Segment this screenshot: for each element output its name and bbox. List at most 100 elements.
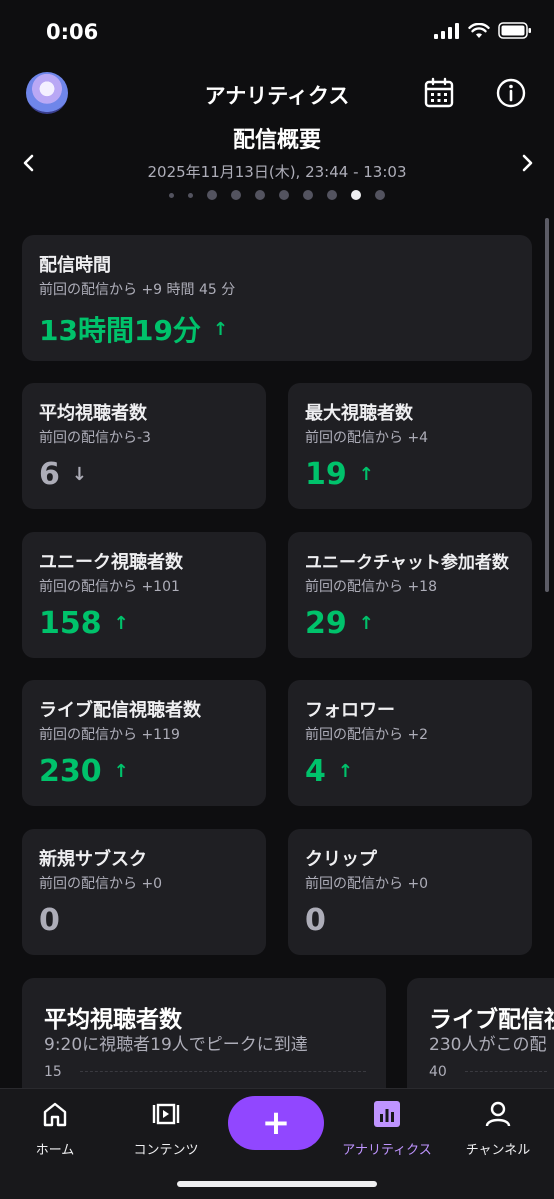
page-dot[interactable] <box>169 192 174 198</box>
home-icon <box>0 1099 110 1129</box>
status-time: 0:06 <box>46 20 99 44</box>
stat-comparison: 前回の配信から +101 <box>39 579 180 595</box>
stat-comparison: 前回の配信から +0 <box>39 876 163 892</box>
stat-value-text: 0 <box>305 903 326 938</box>
summary-title: 配信概要 <box>232 128 321 153</box>
stat-comparison: 前回の配信から +2 <box>305 727 429 743</box>
page-dot[interactable] <box>375 190 385 200</box>
content-icon <box>111 1099 221 1129</box>
tab-analytics[interactable]: アナリティクス <box>332 1099 442 1158</box>
stat-value-text: 4 <box>305 754 326 789</box>
stat-card-unique-viewers: ユニーク視聴者数 前回の配信から +101 158 ↑ <box>22 532 266 658</box>
plus-icon: + <box>261 1103 291 1143</box>
status-bar: 0:06 <box>0 0 554 64</box>
chart-subtitle: 230人がこの配 <box>429 1035 547 1055</box>
stat-value: 19 ↑ <box>305 457 374 492</box>
scrollbar[interactable] <box>545 218 549 592</box>
info-icon[interactable] <box>494 76 528 110</box>
stat-card-stream-time: 配信時間 前回の配信から +9 時間 45 分 13時間19分 ↑ <box>22 235 532 361</box>
stat-comparison: 前回の配信から +4 <box>305 430 429 446</box>
stat-value-text: 230 <box>39 754 102 789</box>
calendar-icon[interactable] <box>422 76 456 110</box>
stat-value: 158 ↑ <box>39 606 129 641</box>
page-dot-active[interactable] <box>351 190 361 200</box>
page-dot[interactable] <box>188 192 193 198</box>
home-indicator <box>177 1181 377 1187</box>
stat-card-clips: クリップ 前回の配信から +0 0 <box>288 829 532 955</box>
stat-comparison: 前回の配信から +9 時間 45 分 <box>39 282 236 298</box>
stat-value: 0 <box>305 903 326 938</box>
stat-value-text: 19 <box>305 457 347 492</box>
page-dot[interactable] <box>279 190 289 200</box>
stat-title: ユニーク視聴者数 <box>39 552 183 573</box>
stat-value: 6 ↓ <box>39 457 87 492</box>
chart-gridline <box>465 1071 547 1072</box>
create-button[interactable]: + <box>228 1096 324 1150</box>
tab-label: コンテンツ <box>133 1143 199 1158</box>
stat-card-followers: フォロワー 前回の配信から +2 4 ↑ <box>288 680 532 806</box>
summary-date: 2025年11月13日(木), 23:44 - 13:03 <box>147 163 407 181</box>
stat-value: 4 ↑ <box>305 754 353 789</box>
page-indicator <box>0 190 554 200</box>
stat-card-max-viewers: 最大視聴者数 前回の配信から +4 19 ↑ <box>288 383 532 509</box>
arrow-up-icon: ↑ <box>337 761 353 782</box>
stat-card-unique-chatters: ユニークチャット参加者数 前回の配信から +18 29 ↑ <box>288 532 532 658</box>
page-dot[interactable] <box>255 190 265 200</box>
stat-card-avg-viewers: 平均視聴者数 前回の配信から-3 6 ↓ <box>22 383 266 509</box>
stat-value: 29 ↑ <box>305 606 374 641</box>
tab-home[interactable]: ホーム <box>0 1099 110 1158</box>
stat-value-text: 0 <box>39 903 60 938</box>
stat-title: ユニークチャット参加者数 <box>305 553 509 573</box>
header: アナリティクス <box>0 70 554 116</box>
arrow-up-icon: ↑ <box>212 318 229 340</box>
stat-card-new-subs: 新規サブスク 前回の配信から +0 0 <box>22 829 266 955</box>
cellular-signal-icon <box>434 22 459 39</box>
page-dot[interactable] <box>303 190 313 200</box>
stat-title: ライブ配信視聴者数 <box>39 700 201 721</box>
battery-icon <box>498 22 531 39</box>
arrow-up-icon: ↑ <box>113 613 129 634</box>
chevron-right-icon[interactable] <box>516 150 538 176</box>
chart-gridline <box>80 1071 366 1072</box>
user-icon <box>443 1099 553 1129</box>
arrow-up-icon: ↑ <box>113 761 129 782</box>
stat-title: 最大視聴者数 <box>305 403 413 424</box>
chart-y-tick: 15 <box>44 1064 62 1080</box>
stat-value-text: 158 <box>39 606 102 641</box>
stat-title: クリップ <box>305 849 377 870</box>
arrow-up-icon: ↑ <box>358 613 374 634</box>
stat-comparison: 前回の配信から +119 <box>39 727 180 743</box>
tab-label: ホーム <box>35 1143 75 1158</box>
tab-label: アナリティクス <box>342 1143 432 1158</box>
analytics-icon <box>332 1099 442 1129</box>
tab-channel[interactable]: チャンネル <box>443 1099 553 1158</box>
page-title: アナリティクス <box>204 84 350 108</box>
stat-comparison: 前回の配信から +0 <box>305 876 429 892</box>
page-dot[interactable] <box>327 190 337 200</box>
page-dot[interactable] <box>231 190 241 200</box>
stat-value: 230 ↑ <box>39 754 129 789</box>
stat-title: 新規サブスク <box>39 849 147 870</box>
chart-y-tick: 40 <box>429 1064 447 1080</box>
stat-title: 平均視聴者数 <box>39 403 147 424</box>
stat-title: 配信時間 <box>39 255 111 276</box>
stat-value: 13時間19分 ↑ <box>39 309 228 349</box>
chart-title: 平均視聴者数 <box>44 1007 182 1033</box>
page-dot[interactable] <box>207 190 217 200</box>
arrow-down-icon: ↓ <box>71 464 87 485</box>
status-icons <box>434 22 532 39</box>
stat-comparison: 前回の配信から +18 <box>305 579 437 595</box>
stat-title: フォロワー <box>305 700 395 721</box>
chart-title: ライブ配信視 <box>429 1007 554 1033</box>
chevron-left-icon[interactable] <box>18 150 40 176</box>
arrow-up-icon: ↑ <box>358 464 374 485</box>
stat-value: 0 <box>39 903 60 938</box>
tab-label: チャンネル <box>465 1143 531 1158</box>
wifi-icon <box>468 22 490 38</box>
stat-card-live-viewers: ライブ配信視聴者数 前回の配信から +119 230 ↑ <box>22 680 266 806</box>
tab-content[interactable]: コンテンツ <box>111 1099 221 1158</box>
chart-subtitle: 9:20に視聴者19人でピークに到達 <box>44 1035 308 1055</box>
stat-value-text: 29 <box>305 606 347 641</box>
stat-value-text: 13時間19分 <box>39 314 201 347</box>
stat-comparison: 前回の配信から-3 <box>39 430 151 446</box>
